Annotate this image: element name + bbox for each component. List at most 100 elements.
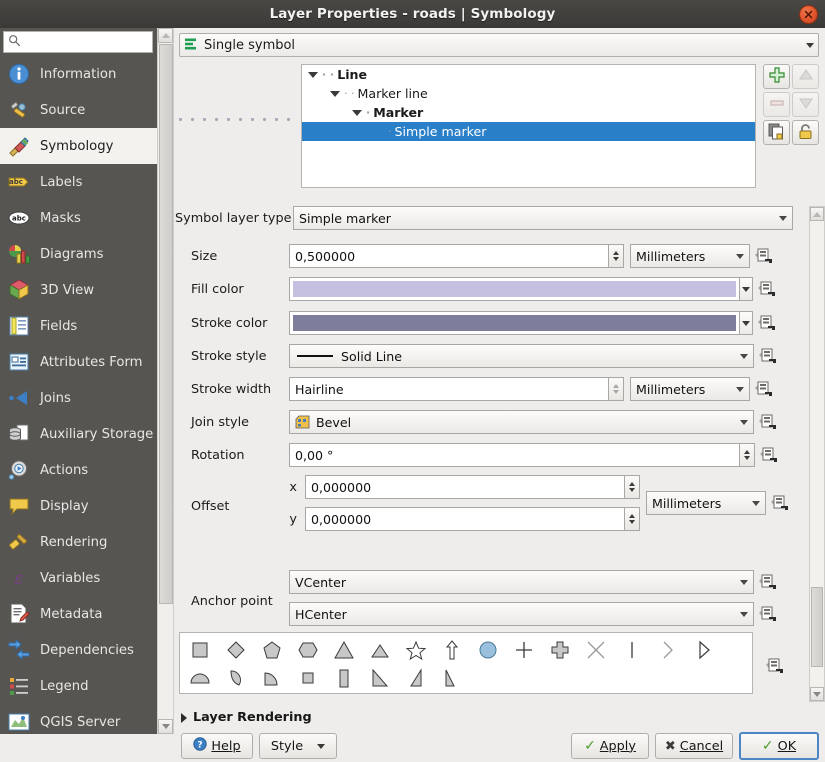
size-stepper[interactable] — [609, 244, 624, 268]
renderer-type-combo[interactable]: Single symbol — [179, 33, 819, 57]
offset-y-stepper[interactable] — [625, 507, 640, 531]
close-icon[interactable] — [799, 5, 818, 24]
expand-triangle-icon[interactable] — [330, 91, 340, 97]
symbol-tree-row[interactable]: ·Marker — [302, 103, 755, 122]
marker-shape-quarter-square[interactable] — [290, 664, 326, 692]
marker-shape-half-square[interactable] — [326, 664, 362, 692]
marker-shape-filled-cross[interactable] — [542, 636, 578, 664]
sidebar-item-fields[interactable]: Fields — [0, 308, 157, 344]
sidebar-scroll-down-icon[interactable] — [158, 719, 173, 734]
marker-shape-palette[interactable] — [179, 632, 753, 694]
marker-shape-pentagon[interactable] — [254, 636, 290, 664]
marker-shape-circle[interactable] — [470, 636, 506, 664]
sidebar-item-attributes-form[interactable]: Attributes Form — [0, 344, 157, 380]
marker-shape-half-arrow[interactable] — [686, 636, 722, 664]
size-data-defined-override-icon[interactable] — [750, 244, 776, 268]
sidebar-item-variables[interactable]: εVariables — [0, 560, 157, 596]
marker-shape-vertical-line[interactable] — [614, 636, 650, 664]
marker-shape-quarter-circle[interactable] — [254, 664, 290, 692]
marker-shape-hexagon[interactable] — [290, 636, 326, 664]
sidebar-item-source[interactable]: Source — [0, 92, 157, 128]
marker-shape-star[interactable] — [398, 636, 434, 664]
stroke-color-data-defined-override-icon[interactable] — [753, 311, 779, 335]
add-symbol-layer-button[interactable] — [763, 64, 790, 89]
stroke-color-dropdown-icon[interactable] — [740, 311, 753, 335]
sidebar-item-masks[interactable]: abcMasks — [0, 200, 157, 236]
sidebar-item-diagrams[interactable]: Diagrams — [0, 236, 157, 272]
marker-shape-right-half-triangle[interactable] — [398, 664, 434, 692]
sidebar-item-labels[interactable]: abcLabels — [0, 164, 157, 200]
sidebar-item-metadata[interactable]: Metadata — [0, 596, 157, 632]
properties-scroll-down-icon[interactable] — [810, 687, 824, 701]
sidebar-scroll-up-icon[interactable] — [158, 28, 173, 43]
symbol-layer-tree[interactable]: · ·Line· ·Marker line·Marker·Simple mark… — [301, 64, 756, 188]
sidebar-scrollbar[interactable] — [157, 28, 174, 734]
sidebar-item-auxiliary-storage[interactable]: Auxiliary Storage — [0, 416, 157, 452]
offset-y-input[interactable]: 0,000000 — [305, 507, 625, 531]
offset-x-stepper[interactable] — [625, 475, 640, 499]
layer-rendering-section-toggle[interactable]: Layer Rendering — [181, 710, 312, 725]
marker-shape-x-cross[interactable] — [578, 636, 614, 664]
offset-x-input[interactable]: 0,000000 — [305, 475, 625, 499]
rotation-stepper[interactable] — [740, 443, 755, 467]
stroke-width-data-defined-override-icon[interactable] — [750, 377, 776, 401]
fill-color-dropdown-icon[interactable] — [740, 277, 753, 301]
symbol-tree-row[interactable]: · ·Marker line — [302, 84, 755, 103]
expand-triangle-icon[interactable] — [308, 72, 318, 78]
symbol-tree-row[interactable]: · ·Line — [302, 65, 755, 84]
size-input[interactable]: 0,500000 — [289, 244, 609, 268]
marker-shape-left-half-triangle[interactable] — [434, 664, 470, 692]
marker-shape-triangle[interactable] — [326, 636, 362, 664]
rotation-input[interactable]: 0,00 ° — [289, 443, 740, 467]
marker-shape-cross[interactable] — [506, 636, 542, 664]
symbol-layer-type-combo[interactable]: Simple marker — [293, 206, 793, 230]
stroke-width-input[interactable]: Hairline — [289, 377, 609, 401]
marker-shape-diamond[interactable] — [218, 636, 254, 664]
expand-triangle-icon[interactable] — [352, 110, 362, 116]
apply-button[interactable]: ✓ Apply — [571, 733, 649, 759]
help-button[interactable]: ? Help — [181, 733, 253, 759]
stroke-style-data-defined-override-icon[interactable] — [754, 344, 780, 368]
size-unit-combo[interactable]: Millimeters — [630, 244, 750, 268]
sidebar-scroll-thumb[interactable] — [159, 44, 173, 604]
offset-data-defined-override-icon[interactable] — [766, 491, 792, 515]
join-style-combo[interactable]: Bevel — [289, 410, 754, 434]
sidebar-item-joins[interactable]: Joins — [0, 380, 157, 416]
sidebar-item-legend[interactable]: Legend — [0, 668, 157, 704]
fill-color-button[interactable] — [289, 277, 740, 301]
marker-shape-angle[interactable] — [650, 636, 686, 664]
sidebar-item-qgis-server[interactable]: QGIS Server — [0, 704, 157, 734]
sidebar-item-rendering[interactable]: Rendering — [0, 524, 157, 560]
marker-shape-data-defined-override-icon[interactable] — [761, 654, 787, 678]
marker-shape-half-circle[interactable] — [182, 664, 218, 692]
sidebar-item-actions[interactable]: Actions — [0, 452, 157, 488]
sidebar-item-symbology[interactable]: Symbology — [0, 128, 157, 164]
stroke-width-stepper[interactable] — [609, 377, 624, 401]
fill-color-data-defined-override-icon[interactable] — [753, 277, 779, 301]
cancel-button[interactable]: ✖ Cancel — [655, 733, 733, 759]
properties-scrollbar[interactable] — [809, 206, 825, 702]
anchor-vertical-data-defined-override-icon[interactable] — [754, 570, 780, 594]
marker-shape-arrow[interactable] — [434, 636, 470, 664]
splitter-handle[interactable] — [179, 114, 297, 124]
anchor-horizontal-combo[interactable]: HCenter — [289, 602, 754, 626]
symbol-tree-row[interactable]: ·Simple marker — [302, 122, 755, 141]
anchor-horizontal-data-defined-override-icon[interactable] — [754, 602, 780, 626]
duplicate-button[interactable] — [763, 120, 790, 145]
marker-shape-equilateral-triangle[interactable] — [362, 636, 398, 664]
search-box[interactable] — [3, 31, 153, 53]
marker-shape-third-circle[interactable] — [218, 664, 254, 692]
anchor-vertical-combo[interactable]: VCenter — [289, 570, 754, 594]
sidebar-item-information[interactable]: Information — [0, 56, 157, 92]
sidebar-item-3d-view[interactable]: 3D View — [0, 272, 157, 308]
join-style-data-defined-override-icon[interactable] — [754, 410, 780, 434]
offset-unit-combo[interactable]: Millimeters — [646, 491, 766, 515]
marker-shape-diagonal-half-square[interactable] — [362, 664, 398, 692]
stroke-color-button[interactable] — [289, 311, 740, 335]
ok-button[interactable]: ✓ OK — [739, 732, 819, 760]
stroke-style-combo[interactable]: Solid Line — [289, 344, 754, 368]
sidebar-item-dependencies[interactable]: Dependencies — [0, 632, 157, 668]
search-input[interactable] — [21, 34, 152, 50]
properties-scroll-thumb[interactable] — [811, 587, 823, 667]
properties-scroll-up-icon[interactable] — [810, 207, 824, 221]
